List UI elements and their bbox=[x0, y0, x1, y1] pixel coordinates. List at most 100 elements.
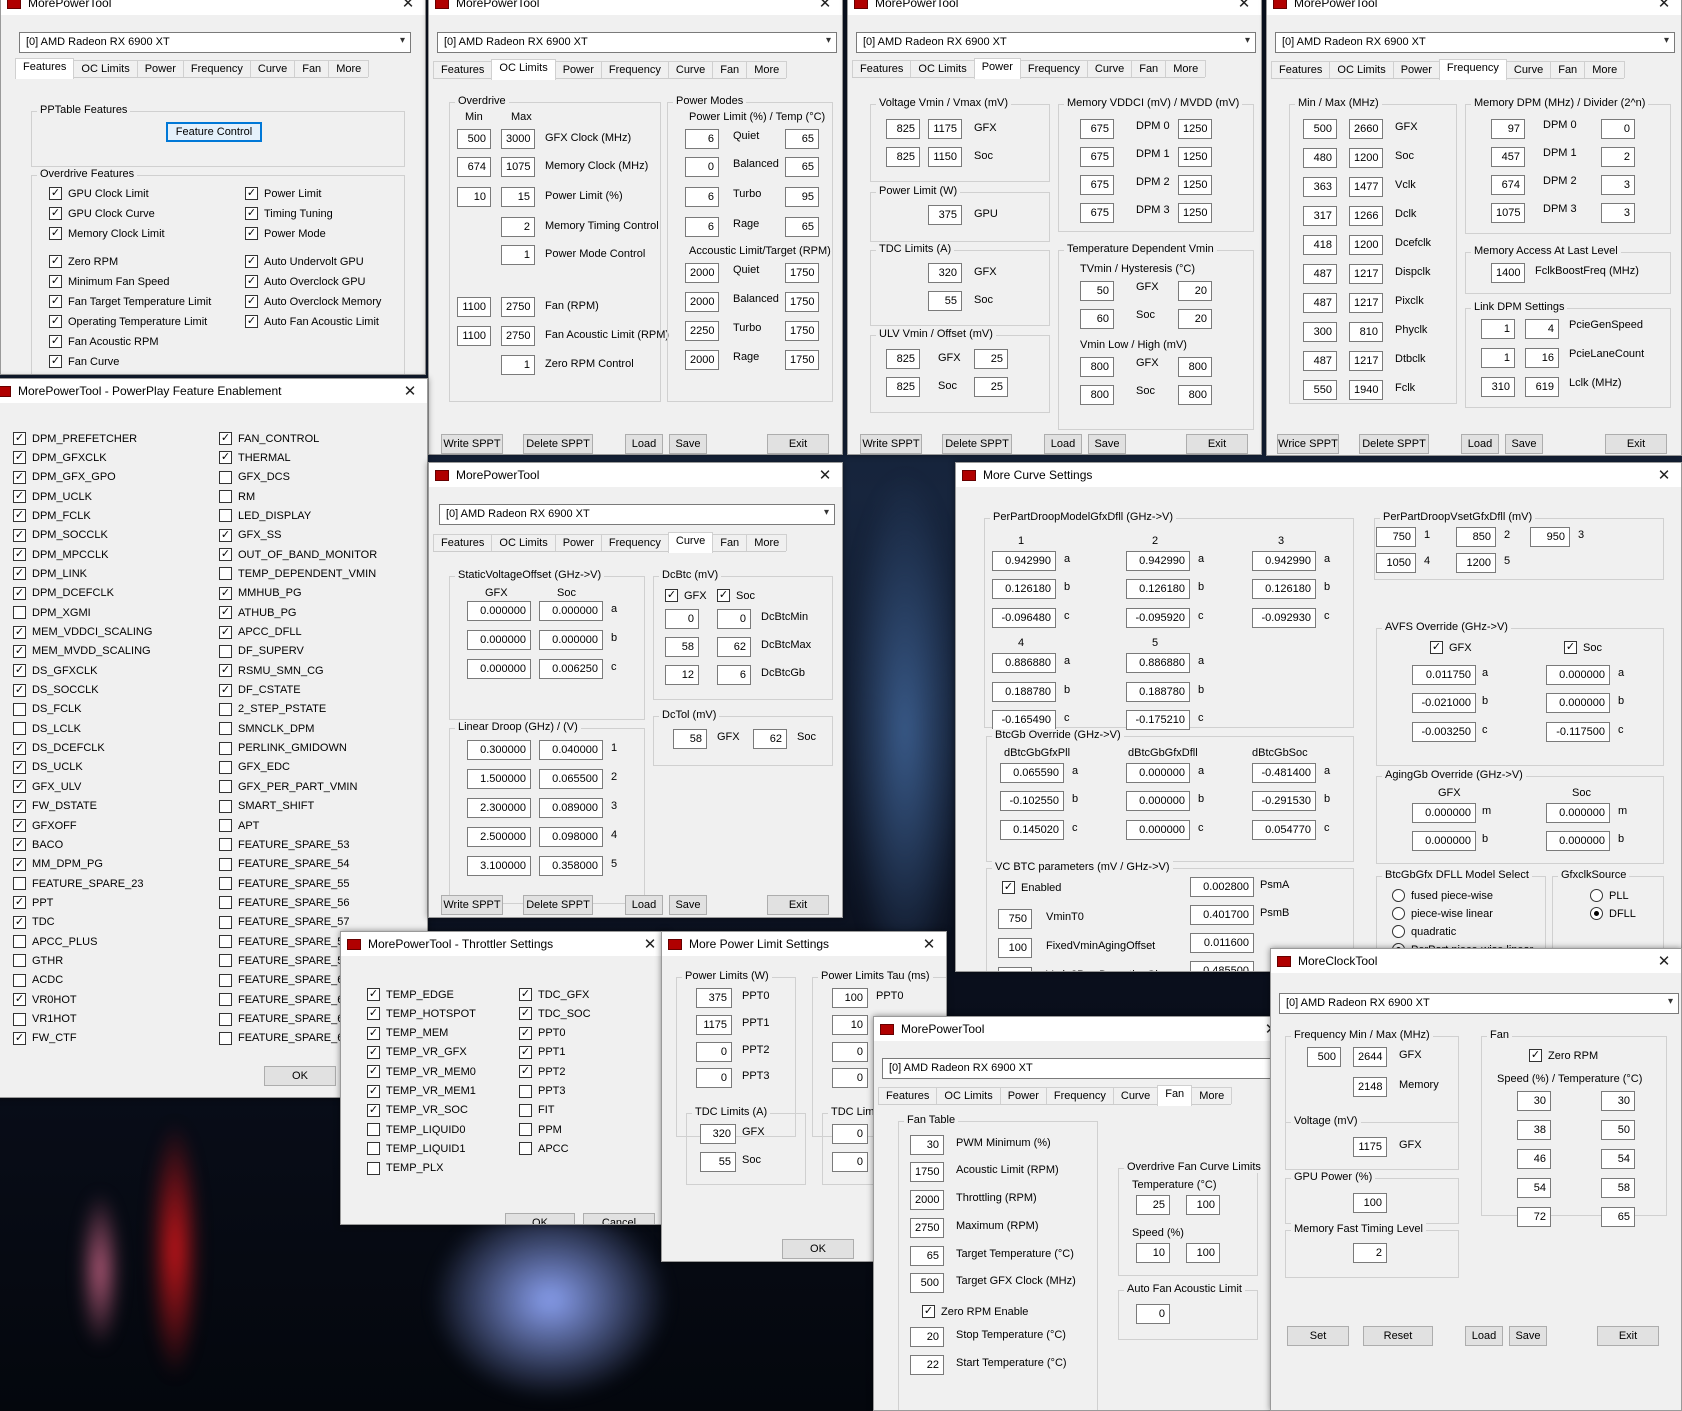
vddci-field[interactable]: 675 bbox=[1080, 203, 1114, 223]
speed-min-field[interactable]: 10 bbox=[1136, 1243, 1170, 1263]
ppfeature-checkbox[interactable]: FEATURE_SPARE_61 bbox=[219, 993, 349, 1007]
checkbox-box[interactable] bbox=[219, 702, 232, 716]
dcbtc-gfx-field[interactable]: 12 bbox=[665, 665, 699, 685]
checkbox-box[interactable]: ✓ bbox=[717, 589, 730, 602]
acoustic-field[interactable]: 2000 bbox=[685, 350, 719, 370]
checkbox-box[interactable] bbox=[367, 1142, 380, 1156]
exit-button[interactable]: Exit bbox=[767, 895, 829, 915]
ppfeature-checkbox[interactable]: ✓ VR0HOT bbox=[13, 993, 77, 1007]
ppfeature-checkbox[interactable]: ✓ PPT bbox=[13, 896, 53, 910]
min-field[interactable]: 487 bbox=[1303, 264, 1337, 284]
vcbtc-field[interactable]: 0.401700 bbox=[1190, 905, 1254, 925]
ppfeature-checkbox[interactable]: ACDC bbox=[13, 973, 63, 987]
temp-max-field[interactable]: 100 bbox=[1186, 1195, 1220, 1215]
temp-field[interactable]: 65 bbox=[785, 129, 819, 149]
set-button[interactable]: Set bbox=[1287, 1326, 1349, 1346]
zero-rpm-checkbox[interactable]: ✓ Zero RPM bbox=[1529, 1049, 1598, 1062]
load-button[interactable]: Load bbox=[1465, 1326, 1503, 1346]
checkbox-box[interactable]: ✓ bbox=[13, 644, 26, 658]
tab-curve[interactable]: Curve bbox=[1112, 1087, 1159, 1104]
divider-field[interactable]: 2 bbox=[1601, 147, 1635, 167]
tab-frequency[interactable]: Frequency bbox=[1438, 59, 1507, 80]
checkbox-box[interactable] bbox=[219, 780, 232, 794]
tab-power[interactable]: Power bbox=[973, 58, 1021, 79]
droop-ghz-field[interactable]: 1.500000 bbox=[467, 769, 531, 789]
tab-curve[interactable]: Curve bbox=[667, 61, 714, 78]
ppfeature-checkbox[interactable]: ✓ TDC bbox=[13, 915, 55, 929]
ppdm-field[interactable]: 0.942990 bbox=[1252, 551, 1316, 571]
checkbox-box[interactable] bbox=[219, 1012, 232, 1026]
checkbox-box[interactable]: ✓ bbox=[519, 1007, 532, 1021]
stop-temp-field[interactable]: 20 bbox=[910, 1327, 944, 1347]
checkbox-box[interactable]: ✓ bbox=[49, 207, 62, 220]
checkbox-box[interactable]: ✓ bbox=[13, 470, 26, 484]
vcbtc-enabled-checkbox[interactable]: ✓ Enabled bbox=[1002, 881, 1061, 894]
radio-dot[interactable] bbox=[1590, 907, 1603, 920]
save-button[interactable]: Save bbox=[1505, 434, 1543, 454]
exit-button[interactable]: Exit bbox=[767, 434, 829, 454]
checkbox-box[interactable]: ✓ bbox=[1529, 1049, 1542, 1062]
dcbtc-gfx-field[interactable]: 58 bbox=[665, 637, 699, 657]
ppdm-field[interactable]: -0.165490 bbox=[992, 710, 1056, 730]
chevron-down-icon[interactable]: ▾ bbox=[400, 35, 405, 46]
checkbox-box[interactable]: ✓ bbox=[13, 548, 26, 562]
gpu-select[interactable]: [0] AMD Radeon RX 6900 XT ▾ bbox=[856, 32, 1256, 53]
btc-field[interactable]: 0.000000 bbox=[1126, 820, 1190, 840]
temp-field[interactable]: 95 bbox=[785, 187, 819, 207]
cancel-button[interactable]: Cancel bbox=[583, 1213, 655, 1224]
checkbox-box[interactable]: ✓ bbox=[49, 187, 62, 200]
aging-soc-field[interactable]: 0.000000 bbox=[1546, 831, 1610, 851]
tab-features[interactable]: Features bbox=[433, 61, 493, 78]
write-sppt-button[interactable]: Wrice SPPT bbox=[1277, 434, 1339, 454]
checkbox-box[interactable] bbox=[219, 857, 232, 871]
feature-checkbox[interactable]: ✓ Power Limit bbox=[245, 187, 321, 200]
feature-control-button[interactable]: Feature Control bbox=[166, 122, 262, 142]
ppfeature-checkbox[interactable]: ✓ DS_UCLK bbox=[13, 760, 83, 774]
pl-field[interactable]: 6 bbox=[685, 187, 719, 207]
dfll-radio[interactable]: quadratic bbox=[1392, 925, 1456, 938]
ppfeature-checkbox[interactable]: FEATURE_SPARE_57 bbox=[219, 915, 349, 929]
max-field[interactable]: 1217 bbox=[1349, 264, 1383, 284]
feature-checkbox[interactable]: ✓ Auto Overclock Memory bbox=[245, 295, 381, 308]
checkbox-box[interactable] bbox=[219, 935, 232, 949]
min-field[interactable]: 500 bbox=[457, 129, 491, 149]
feature-checkbox[interactable]: ✓ GPU Clock Limit bbox=[49, 187, 149, 200]
vmin-high-field[interactable]: 800 bbox=[1178, 385, 1212, 405]
exit-button[interactable]: Exit bbox=[1597, 1326, 1659, 1346]
tdc-field[interactable]: 55 bbox=[928, 291, 962, 311]
tab-fan[interactable]: Fan bbox=[294, 60, 330, 77]
max-field[interactable]: 15 bbox=[501, 187, 535, 207]
tab-more[interactable]: More bbox=[1191, 1087, 1233, 1104]
checkbox-box[interactable]: ✓ bbox=[49, 255, 62, 268]
ppfeature-checkbox[interactable]: GFX_PER_PART_VMIN bbox=[219, 780, 357, 794]
target-field[interactable]: 1750 bbox=[785, 321, 819, 341]
checkbox-box[interactable]: ✓ bbox=[49, 335, 62, 348]
tab-fan[interactable]: Fan bbox=[1157, 1085, 1193, 1106]
gpu-select[interactable]: [0] AMD Radeon RX 6900 XT ▾ bbox=[437, 32, 837, 53]
avfs-soc-field[interactable]: 0.000000 bbox=[1546, 665, 1610, 685]
close-icon[interactable]: ✕ bbox=[399, 382, 421, 400]
feature-checkbox[interactable]: ✓ Auto Undervolt GPU bbox=[245, 255, 364, 268]
ok-button[interactable]: OK bbox=[264, 1066, 336, 1086]
frequency-window-titlebar[interactable]: MorePowerTool ✕ bbox=[1267, 0, 1681, 15]
min-field[interactable]: 1100 bbox=[457, 297, 491, 317]
aging-soc-field[interactable]: 0.000000 bbox=[1546, 803, 1610, 823]
checkbox-box[interactable]: ✓ bbox=[519, 1045, 532, 1059]
checkbox-box[interactable] bbox=[219, 896, 232, 910]
radio-dot[interactable] bbox=[1392, 907, 1405, 920]
ppfeature-checkbox[interactable]: GTHR bbox=[13, 954, 63, 968]
checkbox-box[interactable]: ✓ bbox=[13, 896, 26, 910]
checkbox-box[interactable]: ✓ bbox=[219, 548, 232, 562]
droop-v-field[interactable]: 0.065500 bbox=[539, 769, 603, 789]
checkbox-box[interactable]: ✓ bbox=[1564, 641, 1577, 654]
ppdm-field[interactable]: 0.126180 bbox=[992, 579, 1056, 599]
ppv-field[interactable]: 1050 bbox=[1376, 553, 1416, 573]
delete-sppt-button[interactable]: Delete SPPT bbox=[523, 895, 593, 915]
ppfeature-checkbox[interactable]: APCC_PLUS bbox=[13, 935, 97, 949]
avfs-gfx-field[interactable]: -0.003250 bbox=[1412, 722, 1476, 742]
tab-more[interactable]: More bbox=[746, 534, 788, 551]
checkbox-box[interactable]: ✓ bbox=[367, 1084, 380, 1098]
throttler-checkbox[interactable]: TEMP_PLX bbox=[367, 1161, 443, 1175]
vcbtc-field[interactable]: 0.002800 bbox=[1190, 877, 1254, 897]
save-button[interactable]: Save bbox=[1509, 1326, 1547, 1346]
